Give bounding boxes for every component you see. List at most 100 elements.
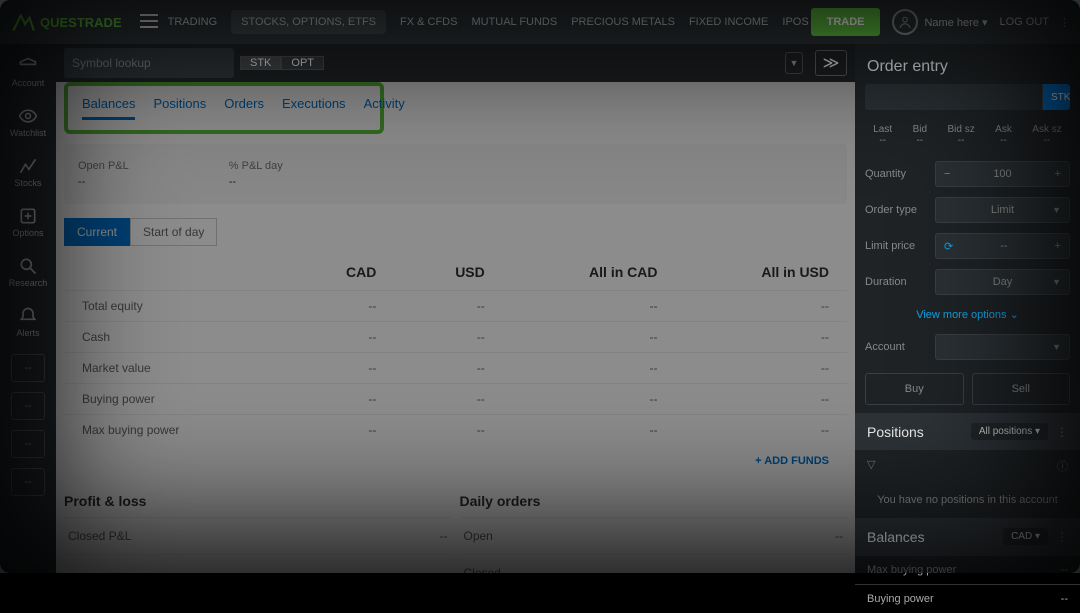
nav-fixed[interactable]: FIXED INCOME — [689, 16, 768, 28]
more-icon[interactable]: ⋮ — [1059, 16, 1070, 29]
tab-executions[interactable]: Executions — [282, 96, 346, 120]
more-icon[interactable]: ⋮ — [1056, 530, 1068, 544]
bal-row: Max buying power-- — [855, 555, 1080, 584]
sym-stk[interactable]: STK — [240, 56, 281, 70]
username[interactable]: Name here ▾ — [924, 16, 987, 29]
symbol-bar: STK OPT ▼ ≫ — [56, 44, 855, 82]
table-row: Max buying power-------- — [64, 415, 847, 446]
right-panel: Order entry STK OPT Last-- Bid-- Bid sz-… — [855, 44, 1080, 573]
tab-positions[interactable]: Positions — [153, 96, 206, 120]
open-pnl-value: -- — [78, 176, 129, 188]
balances-title: Balances — [867, 529, 925, 545]
tab-current[interactable]: Current — [64, 218, 130, 246]
nav-ipos[interactable]: IPOS — [782, 16, 808, 28]
table-row: Cash-------- — [64, 322, 847, 353]
duration-select[interactable]: Day▼ — [935, 269, 1070, 295]
buy-button[interactable]: Buy — [865, 373, 964, 405]
tab-orders[interactable]: Orders — [224, 96, 264, 120]
col-allcad: All in CAD — [503, 254, 676, 291]
pl-row: -- — [64, 554, 452, 573]
limitprice-label: Limit price — [865, 240, 927, 252]
chevron-down-icon: ▼ — [1052, 277, 1061, 287]
qty-label: Quantity — [865, 168, 927, 180]
quote-row: Last-- Bid-- Bid sz-- Ask-- Ask sz-- — [855, 120, 1080, 156]
menu-icon[interactable] — [140, 14, 158, 31]
oe-stk[interactable]: STK — [1042, 84, 1070, 110]
sym-go-icon[interactable]: ≫ — [815, 50, 847, 76]
col-usd: USD — [394, 254, 502, 291]
table-row: Total equity-------- — [64, 291, 847, 322]
plus-icon[interactable]: + — [1055, 240, 1061, 252]
do-row: Open-- — [460, 517, 848, 554]
pnl-summary: Open P&L -- % P&L day -- — [64, 144, 847, 204]
plus-icon[interactable]: + — [1055, 168, 1061, 180]
col-cad: CAD — [285, 254, 395, 291]
sidebar-watchlist[interactable]: Watchlist — [0, 100, 56, 144]
do-row: Closed-- — [460, 554, 848, 573]
oe-symbol-input[interactable] — [865, 84, 1042, 110]
sidebar-slot-1[interactable]: -- — [11, 354, 45, 382]
table-row: Market value-------- — [64, 353, 847, 384]
sidebar-slot-4[interactable]: -- — [11, 468, 45, 496]
tab-start-of-day[interactable]: Start of day — [130, 218, 217, 246]
sell-button[interactable]: Sell — [972, 373, 1071, 405]
sym-opt[interactable]: OPT — [281, 56, 324, 70]
nav-stocks[interactable]: STOCKS, OPTIONS, ETFS — [231, 10, 386, 34]
add-funds-link[interactable]: + ADD FUNDS — [64, 445, 847, 477]
open-pnl-label: Open P&L — [78, 160, 129, 172]
pct-pnl-value: -- — [229, 176, 283, 188]
qty-field[interactable]: −100+ — [935, 161, 1070, 187]
logo: QUESTRADE — [10, 9, 122, 35]
ordertype-select[interactable]: Limit▼ — [935, 197, 1070, 223]
sidebar-alerts[interactable]: Alerts — [0, 300, 56, 344]
sidebar-account[interactable]: Account — [0, 50, 56, 94]
balances-table: CADUSDAll in CADAll in USD Total equity-… — [64, 254, 847, 445]
positions-title: Positions — [867, 424, 924, 440]
duration-label: Duration — [865, 276, 927, 288]
nav-trading[interactable]: TRADING — [168, 16, 218, 28]
sidebar-research[interactable]: Research — [0, 250, 56, 294]
logout-link[interactable]: LOG OUT — [999, 16, 1049, 28]
tab-activity[interactable]: Activity — [364, 96, 405, 120]
profit-loss-title: Profit & loss — [64, 493, 452, 509]
avatar[interactable] — [892, 9, 918, 35]
tab-balances[interactable]: Balances — [82, 96, 135, 120]
order-entry-title: Order entry — [855, 44, 1080, 84]
sidebar-slot-3[interactable]: -- — [11, 430, 45, 458]
pl-row: Closed P&L-- — [64, 517, 452, 554]
sidebar: Account Watchlist Stocks Options Researc… — [0, 44, 56, 573]
ordertype-label: Order type — [865, 204, 927, 216]
daily-orders-title: Daily orders — [460, 493, 848, 509]
sidebar-stocks[interactable]: Stocks — [0, 150, 56, 194]
top-bar: QUESTRADE TRADING STOCKS, OPTIONS, ETFS … — [0, 0, 1080, 44]
bal-row: Buying power-- — [855, 584, 1080, 613]
balances-currency[interactable]: CAD ▾ — [1003, 528, 1048, 545]
sidebar-options[interactable]: Options — [0, 200, 56, 244]
table-row: Buying power-------- — [64, 384, 847, 415]
limitprice-field[interactable]: ⟳--+ — [935, 233, 1070, 259]
info-icon[interactable]: ⓘ — [1057, 458, 1068, 474]
trade-button[interactable]: TRADE — [811, 8, 881, 36]
sidebar-slot-2[interactable]: -- — [11, 392, 45, 420]
no-positions-text: You have no positions in this account — [855, 482, 1080, 518]
filter-icon[interactable]: ▽ — [867, 458, 875, 474]
account-tabs-highlight: Balances Positions Orders Executions Act… — [64, 82, 384, 134]
pct-pnl-label: % P&L day — [229, 160, 283, 172]
nav-metals[interactable]: PRECIOUS METALS — [571, 16, 675, 28]
refresh-icon[interactable]: ⟳ — [944, 240, 953, 253]
positions-filter[interactable]: All positions ▾ — [971, 423, 1048, 440]
col-allusd: All in USD — [676, 254, 848, 291]
chevron-down-icon: ▼ — [1052, 205, 1061, 215]
chevron-down-icon: ▼ — [1052, 342, 1061, 352]
view-more-options[interactable]: View more options ⌄ — [855, 300, 1080, 329]
top-nav: TRADING STOCKS, OPTIONS, ETFS FX & CFDS … — [168, 10, 809, 34]
minus-icon[interactable]: − — [944, 168, 950, 180]
symbol-input[interactable] — [64, 48, 234, 78]
nav-mutual[interactable]: MUTUAL FUNDS — [471, 16, 557, 28]
account-label: Account — [865, 341, 927, 353]
more-icon[interactable]: ⋮ — [1056, 425, 1068, 439]
sym-dropdown-icon[interactable]: ▼ — [785, 52, 803, 74]
nav-fx[interactable]: FX & CFDS — [400, 16, 457, 28]
account-select[interactable]: ▼ — [935, 334, 1070, 360]
chevron-down-icon: ⌄ — [1010, 309, 1019, 321]
